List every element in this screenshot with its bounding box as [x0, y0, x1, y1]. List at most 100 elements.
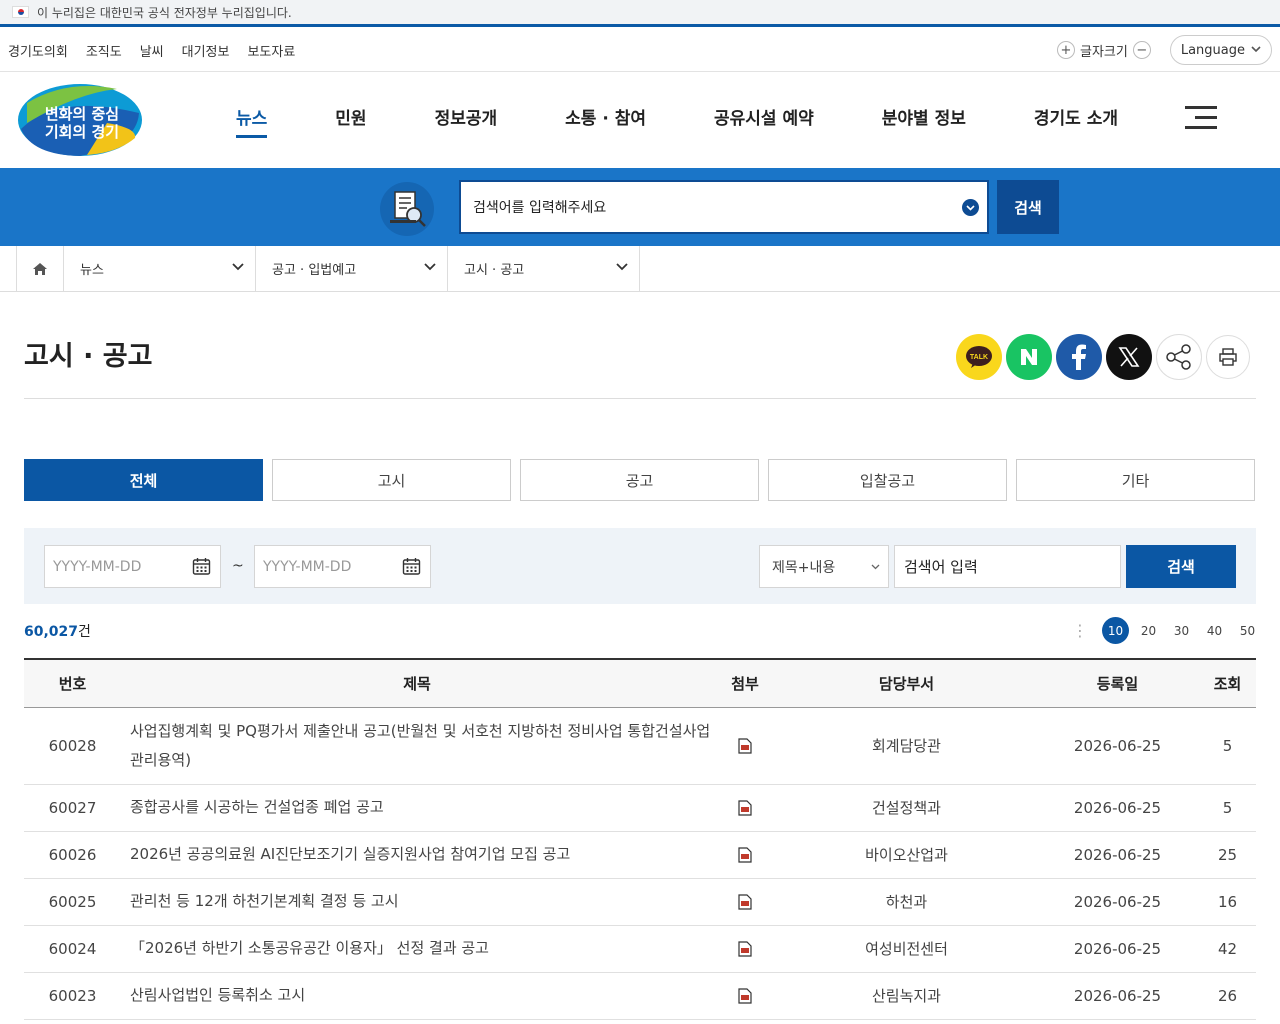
logo-text-line2: 기회의 경기 [44, 123, 120, 141]
attachment-file-icon[interactable] [738, 800, 752, 816]
util-link-org-chart[interactable]: 조직도 [86, 41, 122, 60]
breadcrumb-level-1[interactable]: 뉴스 [64, 246, 256, 291]
row-views: 16 [1199, 878, 1256, 926]
tab-bid[interactable]: 입찰공고 [768, 459, 1007, 501]
search-band: 검색어를 입력해주세요 검색 [0, 168, 1280, 246]
facebook-share-button[interactable] [1056, 334, 1102, 380]
global-search-button[interactable]: 검색 [997, 180, 1059, 234]
util-link-air-quality[interactable]: 대기정보 [182, 41, 230, 60]
gnb-field-info[interactable]: 분야별 정보 [882, 104, 966, 129]
tab-announcement[interactable]: 공고 [520, 459, 759, 501]
utility-bar: 경기도의회 조직도 날씨 대기정보 보도자료 + 글자크기 − Language [0, 30, 1280, 72]
keyword-input[interactable]: 검색어 입력 [894, 545, 1121, 588]
attachment-file-icon[interactable] [738, 941, 752, 957]
util-link-press[interactable]: 보도자료 [247, 41, 295, 60]
font-size-control: + 글자크기 − [1052, 41, 1156, 60]
header-date: 등록일 [1036, 659, 1199, 708]
share-icon [1166, 344, 1191, 370]
gnb-facility-reservation[interactable]: 공유시설 예약 [714, 104, 814, 129]
attachment-file-icon[interactable] [738, 847, 752, 863]
attachment-cell [713, 925, 777, 973]
attachment-file-icon[interactable] [738, 988, 752, 1004]
site-logo[interactable]: 변화의 중심 기회의 경기 [17, 83, 143, 157]
print-icon [1219, 348, 1237, 366]
attachment-file-icon[interactable] [738, 894, 752, 910]
attachment-cell [713, 878, 777, 926]
breadcrumb-level-3[interactable]: 고시 · 공고 [448, 246, 640, 291]
per-page-30[interactable]: 30 [1168, 617, 1195, 644]
breadcrumb-home[interactable] [16, 246, 64, 291]
breadcrumb-level-2[interactable]: 공고 · 입법예고 [256, 246, 448, 291]
row-no: 60025 [24, 878, 121, 926]
result-count: 60,027건 [24, 621, 91, 641]
per-page-40[interactable]: 40 [1201, 617, 1228, 644]
attachment-file-icon[interactable] [738, 738, 752, 754]
end-date-input[interactable]: YYYY-MM-DD [254, 545, 431, 588]
font-decrease-button[interactable]: − [1132, 41, 1151, 59]
search-type-select[interactable]: 제목+내용 [759, 545, 889, 588]
calendar-icon[interactable] [192, 557, 211, 576]
table-row: 60028 사업집행계획 및 PQ평가서 제출안내 공고(반월천 및 서호천 지… [24, 707, 1256, 785]
row-title-link[interactable]: 「2026년 하반기 소통공유공간 이용자」 선정 결과 공고 [121, 925, 713, 973]
per-page-10[interactable]: 10 [1102, 617, 1129, 644]
per-page-selector: ⋮ 10 20 30 40 50 [1072, 617, 1261, 644]
row-date: 2026-06-25 [1036, 925, 1199, 973]
logo-text-line1: 변화의 중심 [44, 105, 120, 123]
font-increase-button[interactable]: + [1057, 41, 1075, 59]
svg-text:TALK: TALK [970, 354, 988, 361]
date-range-separator: ~ [232, 558, 244, 574]
search-filter: YYYY-MM-DD ~ YYYY-MM-DD 제목+내용 검색어 입력 검색 [24, 528, 1256, 604]
tab-notice[interactable]: 고시 [272, 459, 511, 501]
util-link-assembly[interactable]: 경기도의회 [8, 41, 68, 60]
header-attachment: 첨부 [713, 659, 777, 708]
row-title-link[interactable]: 사업집행계획 및 PQ평가서 제출안내 공고(반월천 및 서호천 지방하천 정비… [121, 707, 713, 785]
language-button[interactable]: Language [1169, 35, 1272, 65]
row-views: 5 [1199, 707, 1256, 785]
naver-share-button[interactable] [1006, 334, 1052, 380]
notice-table: 번호 제목 첨부 담당부서 등록일 조회 60028 사업집행계획 및 PQ평가… [24, 658, 1256, 1020]
print-button[interactable] [1206, 335, 1250, 379]
global-search-input[interactable]: 검색어를 입력해주세요 [459, 180, 989, 234]
font-size-label: 글자크기 [1080, 44, 1128, 60]
row-department: 여성비전센터 [777, 925, 1036, 973]
calendar-icon[interactable] [402, 557, 421, 576]
kakao-talk-share-button[interactable]: TALK [956, 334, 1002, 380]
chevron-down-icon [424, 263, 436, 271]
per-page-50[interactable]: 50 [1234, 617, 1261, 644]
row-department: 바이오산업과 [777, 831, 1036, 879]
row-department: 회계담당관 [777, 707, 1036, 785]
kakao-talk-icon: TALK [966, 346, 992, 368]
row-title-link[interactable]: 종합공사를 시공하는 건설업종 폐업 공고 [121, 784, 713, 832]
naver-icon [1021, 349, 1037, 365]
gov-banner: 이 누리집은 대한민국 공식 전자정부 누리집입니다. [0, 0, 1280, 27]
header-department: 담당부서 [777, 659, 1036, 708]
filter-search-button[interactable]: 검색 [1126, 545, 1236, 588]
row-views: 25 [1199, 831, 1256, 879]
chevron-down-icon [232, 263, 244, 271]
start-date-input[interactable]: YYYY-MM-DD [44, 545, 221, 588]
attachment-cell [713, 831, 777, 879]
row-date: 2026-06-25 [1036, 831, 1199, 879]
gnb-info-disclosure[interactable]: 정보공개 [435, 104, 498, 129]
row-title-link[interactable]: 산림사업법인 등록취소 고시 [121, 972, 713, 1020]
x-share-button[interactable] [1106, 334, 1152, 380]
gnb-news[interactable]: 뉴스 [236, 104, 268, 138]
row-no: 60024 [24, 925, 121, 973]
util-link-weather[interactable]: 날씨 [140, 41, 164, 60]
tab-etc[interactable]: 기타 [1016, 459, 1255, 501]
gnb-civil-service[interactable]: 민원 [335, 104, 366, 129]
row-title-link[interactable]: 관리천 등 12개 하천기본계획 결정 등 고시 [121, 878, 713, 926]
gnb-about-gyeonggi[interactable]: 경기도 소개 [1034, 104, 1118, 129]
row-views: 5 [1199, 784, 1256, 832]
per-page-20[interactable]: 20 [1135, 617, 1162, 644]
row-date: 2026-06-25 [1036, 784, 1199, 832]
row-title-link[interactable]: 2026년 공공의료원 AI진단보조기기 실증지원사업 참여기업 모집 공고 [121, 831, 713, 879]
tab-all[interactable]: 전체 [24, 459, 263, 501]
hamburger-menu-icon[interactable] [1185, 106, 1217, 130]
search-dropdown-icon[interactable] [962, 199, 979, 216]
gov-banner-text: 이 누리집은 대한민국 공식 전자정부 누리집입니다. [37, 5, 292, 20]
row-no: 60023 [24, 972, 121, 1020]
gnb-participation[interactable]: 소통 · 참여 [565, 104, 646, 129]
share-button[interactable] [1156, 334, 1202, 380]
category-tabs: 전체 고시 공고 입찰공고 기타 [24, 459, 1255, 501]
